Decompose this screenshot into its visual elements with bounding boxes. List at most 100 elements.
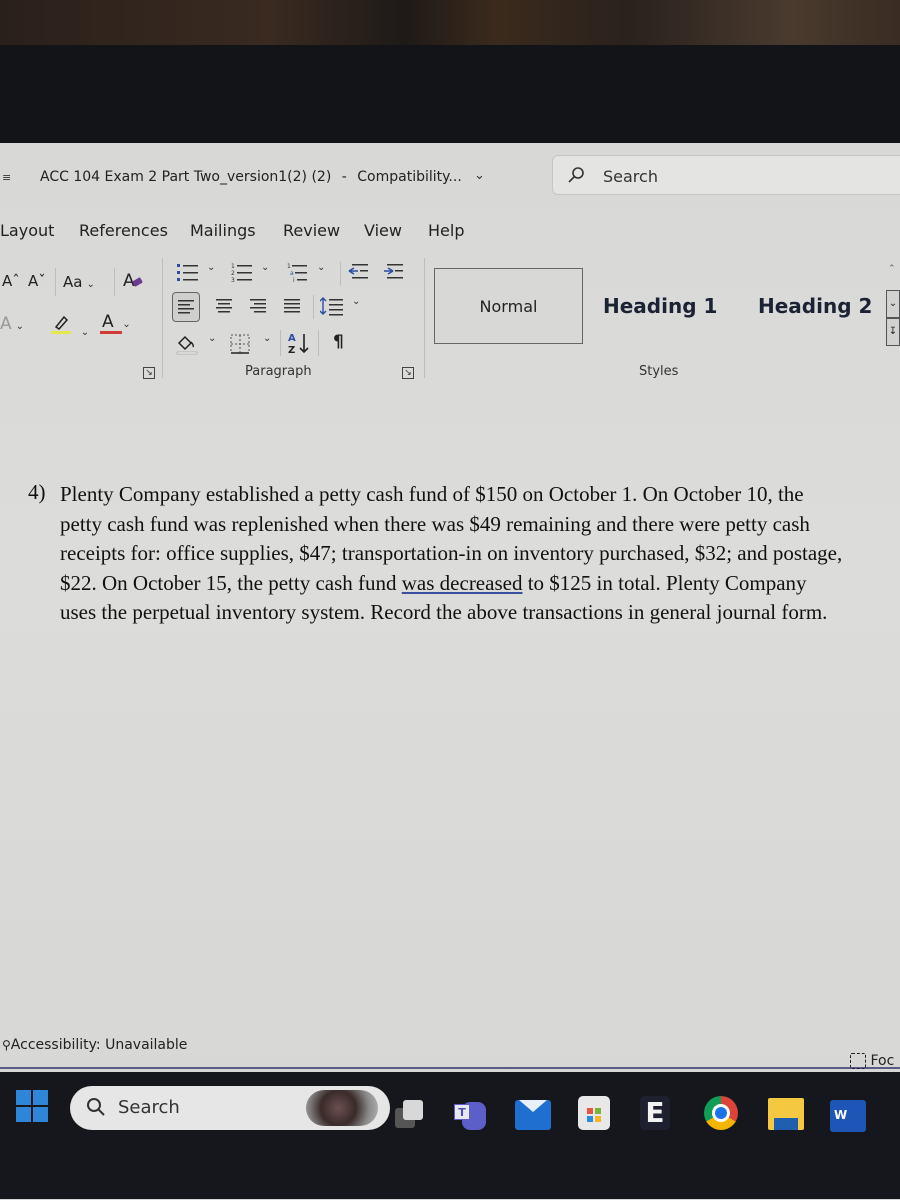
text-segment: $22. On October 15, the petty cash fund <box>60 570 402 595</box>
windows-start-icon[interactable] <box>16 1090 48 1122</box>
accessibility-label: Accessibility: Unavailable <box>10 1037 188 1053</box>
align-left-button[interactable] <box>172 292 200 322</box>
borders-icon <box>230 334 250 354</box>
word-label: W <box>834 1108 848 1122</box>
text-effects-button[interactable]: A ⌄ <box>0 314 24 334</box>
accessibility-icon: ⚲ <box>2 1038 11 1052</box>
text-line: Plenty Company established a petty cash … <box>60 482 804 506</box>
numbering-icon: 1 2 3 <box>231 263 252 284</box>
taskbar-search[interactable]: Search <box>70 1086 390 1130</box>
svg-text:2: 2 <box>231 270 235 277</box>
divider <box>318 330 319 356</box>
change-case-label: Aa <box>63 273 83 291</box>
style-normal[interactable]: Normal <box>434 268 583 344</box>
paragraph-group-label: Paragraph <box>245 364 312 379</box>
teams-label: T <box>454 1104 470 1120</box>
highlighter-icon <box>51 315 71 334</box>
font-dialog-launcher-icon[interactable]: ↘ <box>143 367 155 379</box>
text-line: petty cash fund was replenished when the… <box>60 511 810 536</box>
group-divider <box>162 258 163 378</box>
ribbon: Aˆ Aˇ Aa ⌄ A A ⌄ ⌄ A ⌄ ↘ ⌄ 1 2 3 ⌄ 1 a i… <box>0 0 900 400</box>
svg-text:1: 1 <box>287 263 291 270</box>
taskbar: Search T E W <box>0 1072 900 1199</box>
align-center-icon <box>216 299 232 313</box>
sort-az-icon: A Z <box>288 333 309 356</box>
line-spacing-button[interactable]: ⌄ <box>319 296 364 318</box>
svg-text:i: i <box>293 277 295 282</box>
decrease-indent-button[interactable] <box>348 262 370 282</box>
grow-font-button[interactable]: Aˆ <box>2 272 20 290</box>
styles-gallery-scroll: ⌃ ⌄ ↧ <box>886 264 900 352</box>
change-case-button[interactable]: Aa ⌄ <box>63 273 95 291</box>
question-text: Plenty Company established a petty cash … <box>60 480 900 628</box>
divider <box>55 268 56 296</box>
justify-button[interactable] <box>281 297 303 317</box>
text-line: $22. On October 15, the petty cash fund … <box>60 569 900 599</box>
taskbar-search-label: Search <box>118 1097 180 1118</box>
e-app-icon[interactable]: E <box>640 1096 670 1130</box>
increase-indent-button[interactable] <box>383 262 405 282</box>
chevron-down-icon: ⌄ <box>317 262 326 273</box>
text-line: receipts for: office supplies, $47; tran… <box>60 541 843 565</box>
align-right-button[interactable] <box>247 297 269 317</box>
chevron-down-icon: ⌄ <box>207 262 216 273</box>
increase-indent-icon <box>384 264 403 279</box>
chevron-down-icon: ⌄ <box>15 321 25 332</box>
style-heading-2[interactable]: Heading 2 <box>758 294 872 318</box>
multilevel-list-button[interactable]: 1 a i ⌄ <box>287 262 327 284</box>
chrome-icon[interactable] <box>704 1096 738 1130</box>
accessibility-status[interactable]: ⚲Accessibility: Unavailable <box>2 1037 187 1053</box>
font-color-letter: A <box>102 312 114 332</box>
styles-group-label: Styles <box>639 364 679 379</box>
svg-text:1: 1 <box>231 263 235 270</box>
align-left-icon <box>178 300 194 314</box>
focus-mode-button[interactable]: Foc <box>850 1053 894 1069</box>
word-icon[interactable]: W <box>830 1100 866 1132</box>
text-line: uses the perpetual inventory system. Rec… <box>60 600 828 624</box>
group-divider <box>424 258 425 378</box>
chevron-down-icon: ⌄ <box>80 327 90 338</box>
text-segment: to $125 in total. Plenty Company <box>522 570 807 595</box>
microsoft-store-icon[interactable] <box>578 1096 610 1130</box>
divider <box>114 268 115 296</box>
bullets-button[interactable]: ⌄ <box>177 262 217 282</box>
show-formatting-marks-button[interactable]: ¶ <box>333 332 344 352</box>
multilevel-list-icon: 1 a i <box>287 263 307 284</box>
chevron-down-icon: ⌄ <box>263 333 272 344</box>
divider <box>313 295 314 319</box>
highlight-color-button[interactable]: ⌄ <box>50 313 89 339</box>
decrease-indent-icon <box>348 264 368 279</box>
sort-button[interactable]: A Z <box>287 331 311 356</box>
search-icon <box>87 1098 105 1116</box>
more-styles-button[interactable]: ↧ <box>886 318 900 346</box>
chevron-down-icon: ⌄ <box>122 319 131 330</box>
paragraph-dialog-launcher-icon[interactable]: ↘ <box>402 367 414 379</box>
chevron-down-icon: ⌄ <box>261 262 270 273</box>
clear-formatting-button[interactable]: A <box>123 271 143 291</box>
task-view-icon[interactable] <box>395 1100 425 1130</box>
teams-icon[interactable]: T <box>452 1098 486 1132</box>
status-bar: ⚲Accessibility: Unavailable Foc <box>0 1033 900 1069</box>
svg-text:3: 3 <box>231 277 235 282</box>
font-color-button[interactable]: A ⌄ <box>100 312 131 334</box>
scroll-down-button[interactable]: ⌄ <box>886 290 900 318</box>
file-explorer-icon[interactable] <box>768 1098 804 1130</box>
borders-button[interactable]: ⌄ <box>229 333 273 355</box>
mail-icon[interactable] <box>515 1100 551 1130</box>
shading-button[interactable]: ⌄ <box>176 333 216 355</box>
search-highlight-image[interactable] <box>306 1090 378 1126</box>
style-heading-1[interactable]: Heading 1 <box>603 294 717 318</box>
divider <box>340 262 341 286</box>
question-number: 4) <box>28 480 46 504</box>
numbering-button[interactable]: 1 2 3 ⌄ <box>231 262 271 284</box>
bullets-icon <box>177 264 198 281</box>
chevron-down-icon: ⌄ <box>86 279 95 290</box>
underlined-text: was decreased <box>401 570 523 595</box>
justify-icon <box>284 299 300 313</box>
align-right-icon <box>250 299 266 313</box>
align-center-button[interactable] <box>213 297 235 317</box>
scroll-up-icon[interactable]: ⌃ <box>888 264 896 274</box>
font-color-icon: A <box>100 312 122 334</box>
shrink-font-button[interactable]: Aˇ <box>28 272 46 290</box>
divider <box>280 330 281 356</box>
